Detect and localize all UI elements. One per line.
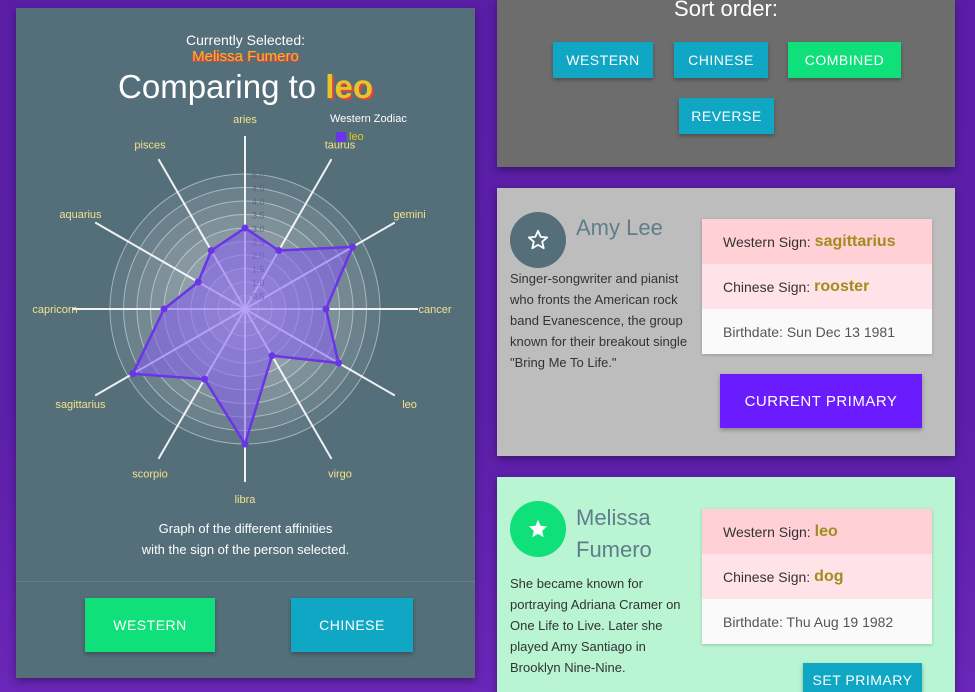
star-filled-icon bbox=[528, 519, 548, 538]
radar-category-label: pisces bbox=[134, 139, 166, 151]
sign-table: Western Sign: leo Chinese Sign: dog Birt… bbox=[702, 509, 932, 644]
person-name: Amy Lee bbox=[576, 215, 663, 240]
radar-category-label: scorpio bbox=[132, 469, 167, 481]
radar-category-label: virgo bbox=[328, 469, 352, 481]
chinese-sign-label: Chinese Sign: bbox=[723, 278, 811, 295]
set-primary-button[interactable]: SET PRIMARY bbox=[803, 663, 922, 692]
sort-panel: Sort order: WESTERN CHINESE COMBINED REV… bbox=[497, 0, 955, 167]
radar-point bbox=[160, 305, 168, 313]
radar-tick-label: 5.0 bbox=[252, 170, 265, 180]
radar-point bbox=[268, 352, 276, 360]
radar-category-label: libra bbox=[235, 494, 257, 506]
person-name-line1: Melissa bbox=[576, 505, 651, 530]
person-card-amy-lee: Amy Lee Singer-songwriter and pianist wh… bbox=[497, 188, 955, 456]
birthdate-row: Birthdate: Thu Aug 19 1982 bbox=[702, 599, 932, 644]
chinese-sign-row: Chinese Sign: dog bbox=[702, 554, 932, 599]
radar-category-label: aquarius bbox=[59, 209, 102, 221]
graph-western-button[interactable]: WESTERN bbox=[85, 598, 215, 652]
western-sign-row: Western Sign: leo bbox=[702, 509, 932, 554]
radar-point bbox=[335, 359, 343, 367]
sort-western-button[interactable]: WESTERN bbox=[553, 42, 653, 78]
person-description: Singer-songwriter and pianist who fronts… bbox=[510, 271, 688, 370]
sign-table: Western Sign: sagittarius Chinese Sign: … bbox=[702, 219, 932, 354]
radar-category-label: sagittarius bbox=[55, 399, 106, 411]
radar-point bbox=[129, 370, 137, 378]
star-outline-icon bbox=[527, 229, 549, 250]
divider bbox=[16, 581, 475, 582]
radar-point bbox=[322, 305, 330, 313]
birthdate-row: Birthdate: Sun Dec 13 1981 bbox=[702, 309, 932, 354]
radar-point bbox=[241, 440, 249, 448]
sort-chinese-button[interactable]: CHINESE bbox=[674, 42, 768, 78]
radar-category-label: capricorn bbox=[32, 304, 77, 316]
current-primary-button[interactable]: CURRENT PRIMARY bbox=[720, 374, 922, 428]
western-sign-row: Western Sign: sagittarius bbox=[702, 219, 932, 264]
radar-category-label: aries bbox=[233, 114, 257, 126]
avatar[interactable] bbox=[510, 212, 566, 268]
chinese-sign-value: dog bbox=[814, 567, 844, 585]
sort-reverse-button[interactable]: REVERSE bbox=[679, 98, 774, 134]
graph-caption-line2: with the sign of the person selected. bbox=[141, 542, 350, 557]
radar-category-label: leo bbox=[402, 399, 417, 411]
chinese-sign-row: Chinese Sign: rooster bbox=[702, 264, 932, 309]
radar-point bbox=[275, 247, 283, 255]
person-card-melissa-fumero: Melissa Fumero She became known for port… bbox=[497, 477, 955, 692]
radar-point bbox=[241, 224, 249, 232]
avatar[interactable] bbox=[510, 501, 566, 557]
comparison-panel: Currently Selected: Melissa Fumero Compa… bbox=[16, 8, 475, 678]
sort-title: Sort order: bbox=[674, 0, 778, 21]
radar-point bbox=[349, 243, 357, 251]
radar-category-label: cancer bbox=[418, 304, 451, 316]
graph-chinese-button[interactable]: CHINESE bbox=[291, 598, 413, 652]
western-sign-label: Western Sign: bbox=[723, 523, 811, 540]
western-sign-label: Western Sign: bbox=[723, 233, 811, 250]
western-sign-value: sagittarius bbox=[814, 232, 896, 250]
chinese-sign-label: Chinese Sign: bbox=[723, 568, 811, 585]
person-name-line2: Fumero bbox=[576, 537, 652, 562]
western-sign-value: leo bbox=[814, 522, 838, 540]
radar-chart: 0.51.01.52.02.53.03.54.04.55.0 ariestaur… bbox=[32, 114, 451, 506]
radar-point bbox=[207, 247, 215, 255]
radar-tick-label: 4.0 bbox=[252, 197, 265, 207]
radar-tick-label: 4.5 bbox=[252, 184, 265, 194]
radar-category-label: taurus bbox=[325, 139, 356, 151]
radar-point bbox=[201, 375, 208, 383]
sort-combined-button[interactable]: COMBINED bbox=[788, 42, 901, 78]
person-name: Melissa Fumero bbox=[576, 502, 652, 566]
person-description: She became known for portraying Adriana … bbox=[510, 576, 681, 675]
radar-tick-label: 3.5 bbox=[252, 211, 265, 221]
radar-category-label: gemini bbox=[393, 209, 425, 221]
graph-caption: Graph of the different affinities with t… bbox=[16, 518, 475, 560]
chinese-sign-value: rooster bbox=[814, 277, 870, 295]
graph-caption-line1: Graph of the different affinities bbox=[158, 521, 333, 536]
radar-point bbox=[194, 278, 202, 286]
